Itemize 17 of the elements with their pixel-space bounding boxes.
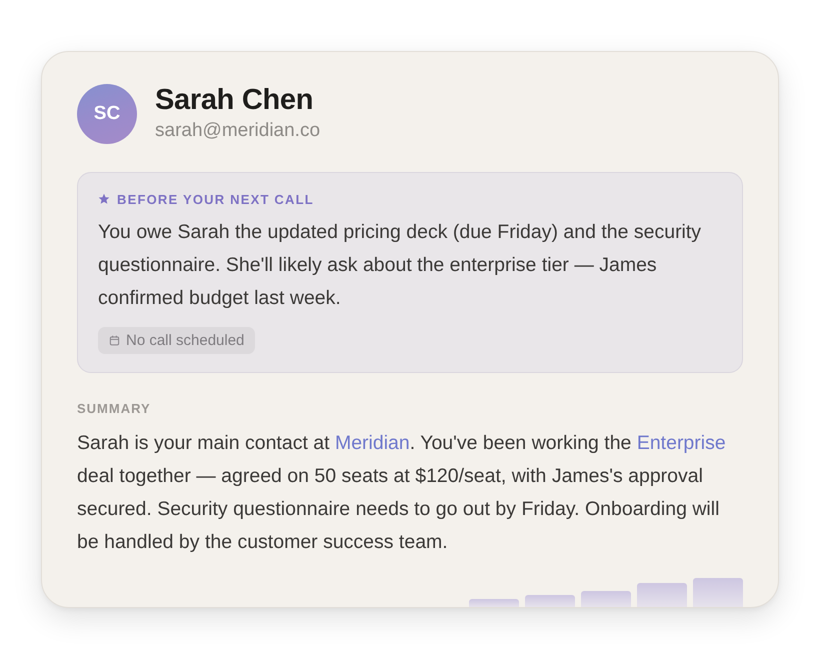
summary-text: Sarah is your main contact at Meridian. You've been working the Enterprise deal together — agreed on 50 seats at $120/seat, with James's approval secured. Security questionnaire needs to go out by Friday. Onboarding will be handled by the customer success team.	[77, 431, 727, 555]
schedule-text: No call scheduled	[126, 332, 244, 349]
activity-bar	[637, 583, 687, 607]
calendar-icon	[109, 335, 120, 346]
star-icon	[98, 193, 110, 205]
briefing-text: You owe Sarah the updated pricing deck (due Friday) and the security questionnaire. She'll likely ask about the enterprise tier — James confirmed budget last week.	[98, 220, 702, 311]
link[interactable]: Meridian	[334, 432, 410, 454]
contact-name: Sarah Chen	[155, 83, 314, 117]
link[interactable]: Enterprise	[636, 432, 726, 454]
summary-label: SUMMARY	[77, 401, 152, 417]
briefing-label: BEFORE YOUR NEXT CALL	[117, 192, 314, 206]
activity-bar	[693, 578, 743, 607]
activity-bar	[469, 599, 519, 607]
avatar: SC	[77, 84, 137, 144]
activity-bar	[581, 591, 631, 607]
activity-bar	[525, 595, 575, 607]
contact-email: sarah@meridian.co	[155, 119, 320, 143]
